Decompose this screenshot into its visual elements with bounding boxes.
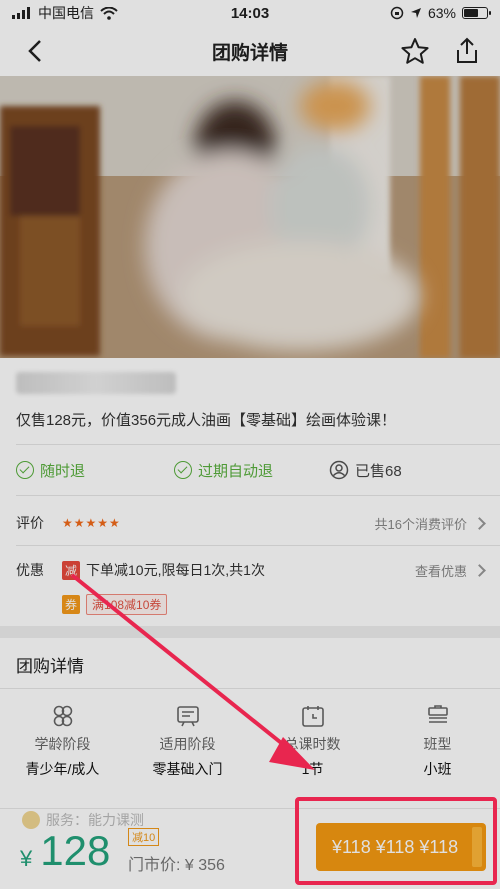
spec-stage: 适用阶段 零基础入门	[125, 703, 250, 779]
chevron-left-icon	[28, 40, 41, 62]
divider	[16, 495, 500, 496]
divider	[16, 444, 500, 445]
share-button[interactable]	[452, 36, 482, 66]
spec-value: 零基础入门	[152, 761, 223, 777]
stage-icon	[176, 706, 199, 727]
view-promo-label: 查看优惠	[414, 563, 467, 579]
favorite-button[interactable]	[400, 36, 430, 66]
feature-refund-anytime: 随时退	[16, 460, 174, 481]
lock-rotation-icon	[390, 6, 404, 20]
nav-bar: 团购详情	[0, 26, 500, 76]
signal-icon	[12, 7, 30, 19]
location-icon	[410, 8, 421, 18]
spec-value: 1节	[301, 761, 324, 777]
hero-image[interactable]	[0, 76, 500, 358]
age-icon	[53, 705, 72, 727]
user-icon	[329, 460, 349, 480]
promo-row[interactable]: 优惠 减 下单减10元,限每日1次,共1次 查看优惠	[16, 558, 486, 582]
battery-icon	[462, 7, 491, 19]
deal-description: 仅售128元，价值356元成人油画【零基础】绘画体验课！	[16, 412, 397, 429]
wifi-icon	[100, 6, 118, 20]
spec-class: 班型 小班	[375, 703, 500, 779]
rating-stars: ★★★★★	[62, 516, 121, 530]
chevron-right-icon	[473, 563, 486, 577]
price-value: 128	[40, 827, 111, 874]
discount-text: 下单减10元,限每日1次,共1次	[86, 562, 265, 578]
promo-label: 优惠	[16, 562, 44, 578]
buy-button[interactable]: ¥118 ¥118 ¥118	[316, 823, 486, 871]
check-circle-icon	[16, 461, 34, 479]
service-icon	[22, 811, 40, 829]
page-title: 团购详情	[211, 42, 288, 64]
coupon-row[interactable]: 券 满108减10券	[16, 593, 484, 615]
buy-button-label: ¥118 ¥118 ¥118	[332, 836, 459, 857]
price-row: ¥ 128	[20, 830, 110, 872]
time-icon	[301, 706, 324, 727]
divider	[0, 688, 500, 689]
feature-label: 已售68	[355, 462, 402, 480]
spec-label: 总课时数	[284, 736, 341, 752]
back-button[interactable]	[20, 36, 50, 66]
market-price: 门市价: ¥ 356	[128, 857, 225, 874]
feature-auto-refund: 过期自动退	[174, 460, 329, 481]
class-icon	[427, 705, 448, 723]
section-title: 团购详情	[16, 657, 84, 676]
spec-age: 学龄阶段 青少年/成人	[0, 703, 125, 779]
photo-painting-studio	[0, 76, 500, 358]
section-separator	[0, 626, 500, 638]
status-left: 中国电信	[12, 3, 118, 23]
star-icon	[401, 38, 429, 64]
deal-title-blurred	[16, 372, 176, 394]
feature-label: 过期自动退	[198, 462, 274, 480]
review-count: 共16个消费评价	[374, 516, 467, 532]
status-right: 63%	[390, 5, 491, 21]
view-promo-link[interactable]: 查看优惠	[414, 561, 486, 580]
share-icon	[457, 37, 477, 63]
feature-row: 随时退 过期自动退 已售68	[16, 455, 484, 485]
check-circle-icon	[174, 461, 192, 479]
rating-label: 评价	[16, 515, 44, 531]
battery-percent: 63%	[427, 5, 456, 21]
coupon-tag: 券	[62, 594, 81, 614]
buy-button-strip	[472, 827, 482, 867]
spec-label: 学龄阶段	[34, 736, 91, 752]
spec-value: 小班	[423, 761, 452, 777]
spec-grid: 学龄阶段 青少年/成人 适用阶段 零基础入门 总课时数 1节 班型 小班	[0, 703, 500, 779]
spec-value: 青少年/成人	[25, 761, 100, 777]
spec-hours: 总课时数 1节	[250, 703, 375, 779]
divider	[16, 545, 500, 546]
feature-sold-count: 已售68	[329, 460, 402, 481]
discount-tag: 减	[62, 560, 81, 580]
spec-label: 适用阶段	[159, 736, 216, 752]
carrier-name: 中国电信	[38, 5, 94, 21]
feature-label: 随时退	[40, 462, 86, 480]
rating-link[interactable]: 共16个消费评价	[374, 514, 486, 533]
spec-label: 班型	[423, 736, 452, 752]
status-bar: 中国电信 14:03 63%	[0, 0, 500, 26]
coupon-badge[interactable]: 满108减10券	[86, 593, 168, 615]
rating-row[interactable]: 评价 ★★★★★ 共16个消费评价	[16, 510, 486, 536]
price-discount-tag: 减10	[128, 828, 160, 846]
chevron-right-icon	[473, 516, 486, 530]
price-currency: ¥	[20, 846, 33, 871]
